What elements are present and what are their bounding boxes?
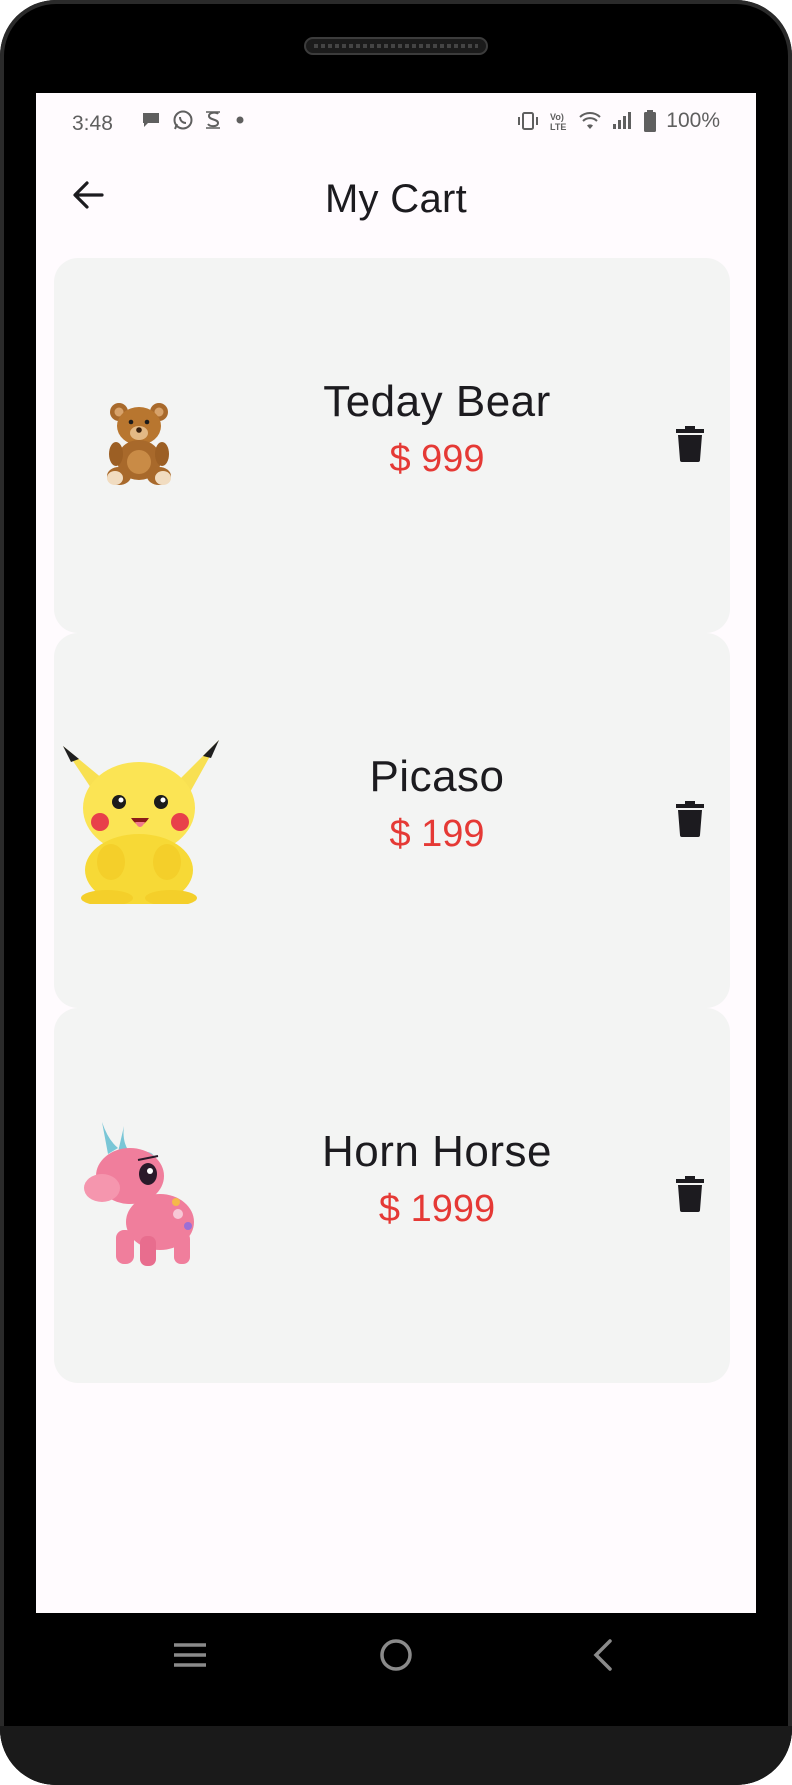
product-price: $ 199 <box>389 813 485 855</box>
teddy-bear-icon <box>99 400 179 491</box>
unicorn-plush-icon <box>80 1118 198 1273</box>
back-icon <box>590 1638 614 1677</box>
product-info: Teday Bear $ 999 <box>224 374 650 484</box>
product-image <box>54 258 224 633</box>
product-price: $ 1999 <box>378 1188 496 1230</box>
svg-text:LTE: LTE <box>550 122 566 132</box>
product-name: Teday Bear <box>323 377 551 426</box>
product-info: Horn Horse $ 1999 <box>224 1124 650 1234</box>
bottom-bezel <box>0 1726 792 1785</box>
cart-list: Teday Bear $ 999 Picaso $ 199 Horn Horse… <box>54 258 730 1383</box>
page-title: My Cart <box>324 177 468 221</box>
home-icon <box>378 1637 414 1678</box>
product-name: Picaso <box>369 752 505 801</box>
cart-item[interactable]: Horn Horse $ 1999 <box>54 1008 730 1383</box>
app-bar: My Cart <box>36 155 756 239</box>
nav-back-button[interactable] <box>574 1633 630 1681</box>
notification-icons <box>140 109 248 131</box>
cart-item[interactable]: Teday Bear $ 999 <box>54 258 730 633</box>
trash-icon <box>676 425 704 467</box>
delete-button[interactable] <box>672 425 708 467</box>
whatsapp-icon <box>172 109 194 131</box>
dot-icon <box>232 109 248 131</box>
recents-button[interactable] <box>162 1633 218 1681</box>
home-button[interactable] <box>368 1633 424 1681</box>
product-name: Horn Horse <box>322 1127 552 1176</box>
chat-bubble-icon <box>140 109 162 131</box>
phone-frame: 3:48 Vo) LTE 100% My Cart Teday Bear $ 9… <box>0 0 792 1785</box>
svg-text:Vo): Vo) <box>550 112 564 122</box>
recents-icon <box>172 1641 208 1674</box>
earpiece-speaker <box>304 37 488 55</box>
product-image <box>54 633 224 1008</box>
s-app-icon <box>204 109 222 131</box>
product-image <box>54 1008 224 1383</box>
product-price: $ 999 <box>389 438 485 480</box>
screen: 3:48 Vo) LTE 100% My Cart Teday Bear $ 9… <box>36 93 756 1613</box>
cart-item[interactable]: Picaso $ 199 <box>54 633 730 1008</box>
pikachu-plush-icon <box>55 732 223 909</box>
delete-button[interactable] <box>672 1175 708 1217</box>
status-time: 3:48 <box>72 112 113 135</box>
volte-icon: Vo) LTE <box>548 110 570 132</box>
battery-icon <box>642 109 658 133</box>
system-nav-bar <box>36 1613 756 1698</box>
system-icons: Vo) LTE 100% <box>516 109 720 133</box>
product-info: Picaso $ 199 <box>224 749 650 859</box>
vibrate-icon <box>516 110 540 132</box>
status-bar: 3:48 Vo) LTE 100% <box>36 93 756 155</box>
battery-percent: 100% <box>666 109 720 132</box>
wifi-icon <box>578 110 602 132</box>
trash-icon <box>676 1175 704 1217</box>
signal-icon <box>610 110 634 132</box>
delete-button[interactable] <box>672 800 708 842</box>
trash-icon <box>676 800 704 842</box>
